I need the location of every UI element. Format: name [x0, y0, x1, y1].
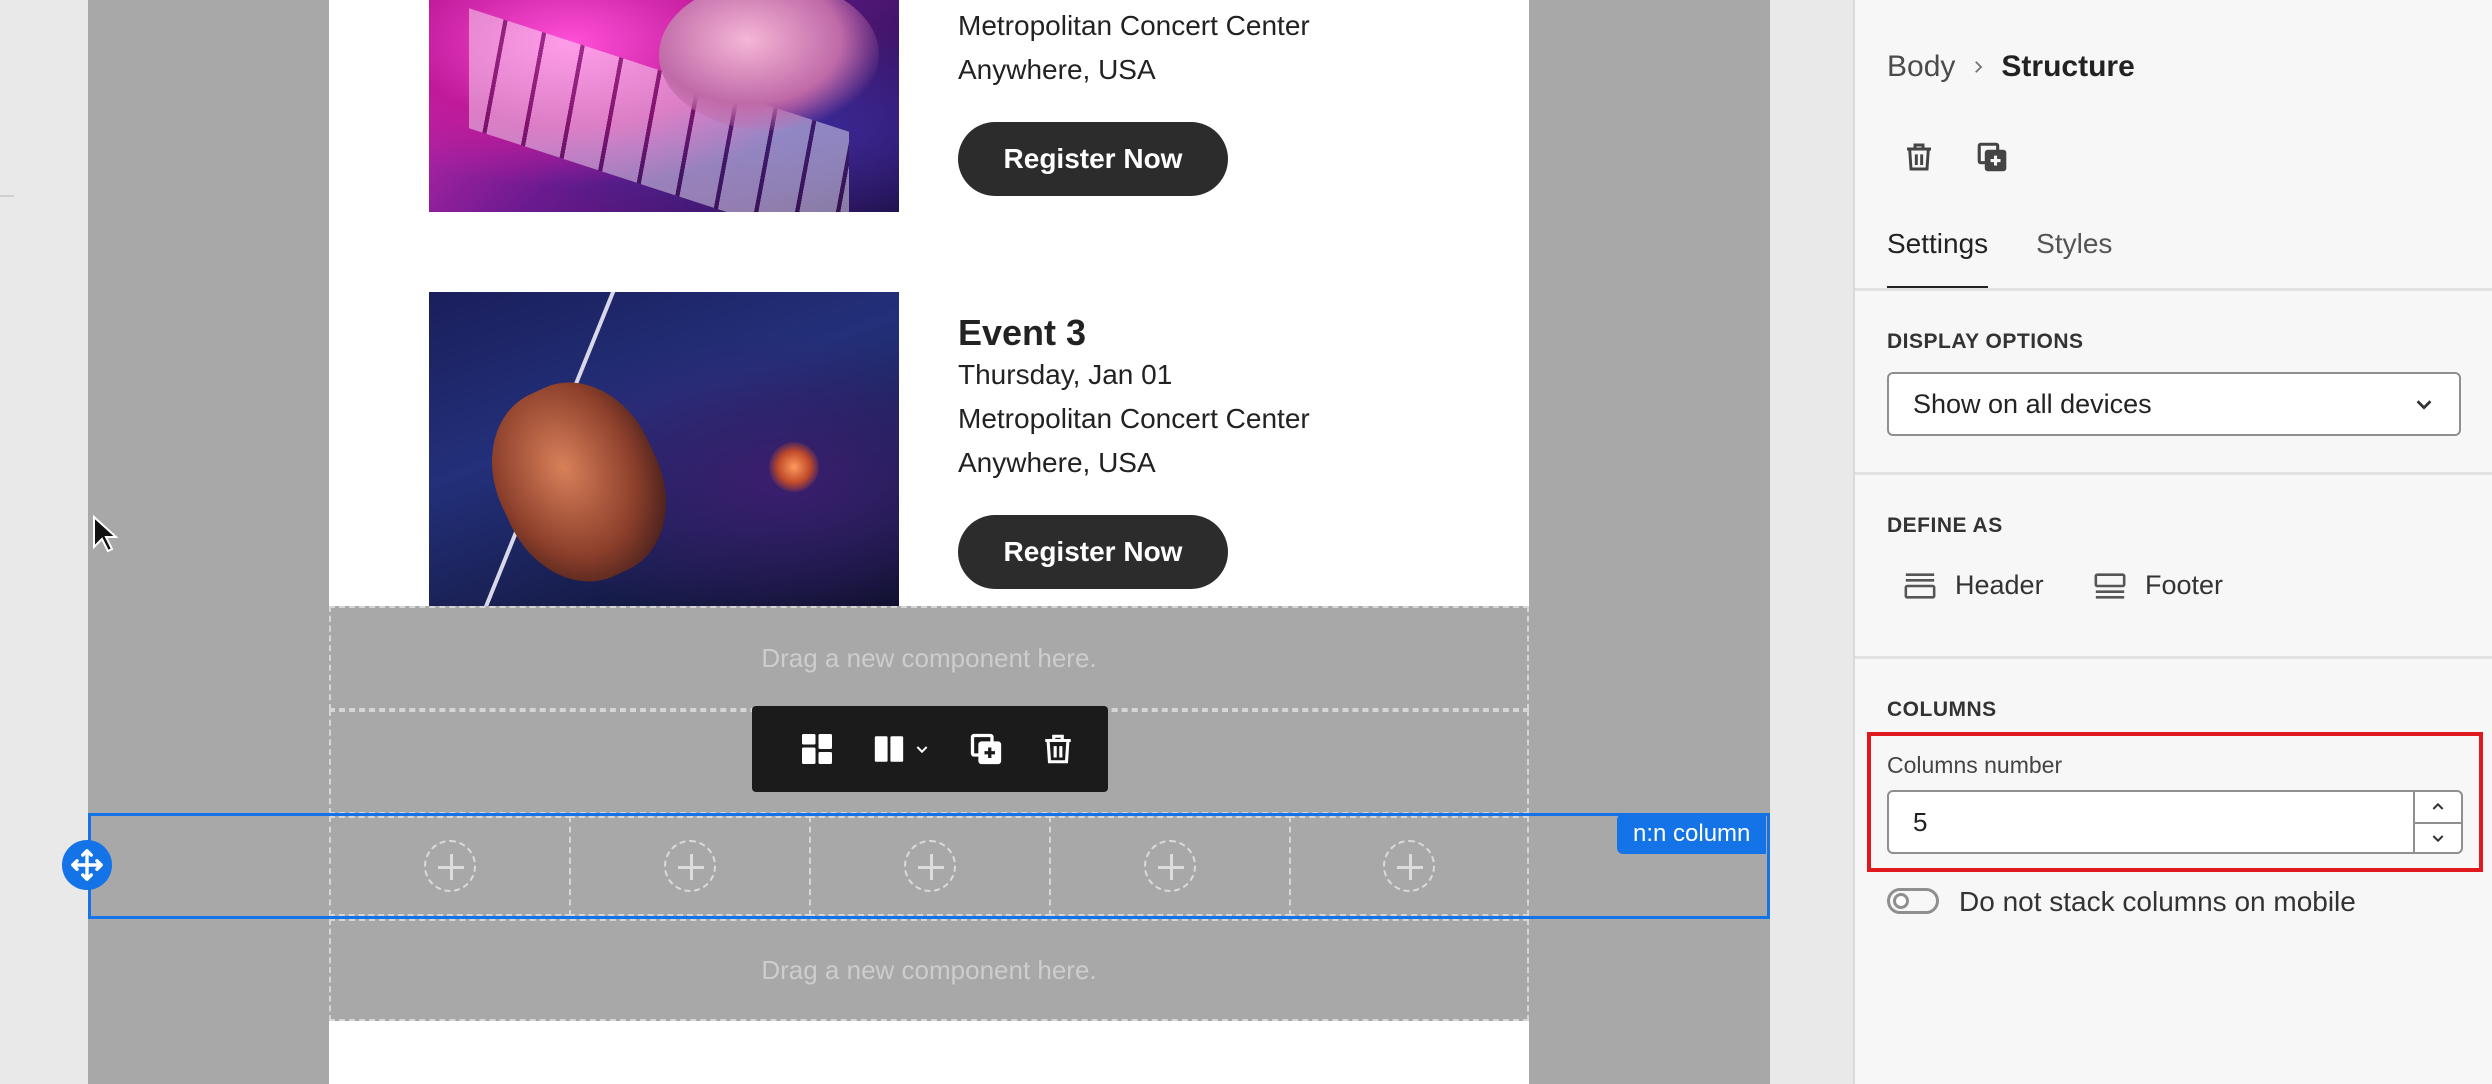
columns-title: COLUMNS [1887, 698, 1997, 721]
event-title: Event 3 [958, 312, 1087, 353]
move-handle[interactable] [62, 840, 112, 890]
divider [1855, 288, 2492, 291]
header-label: Header [1955, 570, 2044, 600]
properties-panel: Body Structure Settings Styles DISPLAY O… [1853, 0, 2492, 1084]
column-cell[interactable] [569, 816, 811, 916]
divider [0, 195, 14, 197]
row-type-badge: n:n column [1617, 814, 1767, 854]
define-footer-button[interactable]: Footer [2093, 570, 2223, 601]
left-strip [0, 0, 88, 1084]
chevron-down-icon [916, 746, 928, 754]
selected-structure-row[interactable] [88, 813, 1770, 919]
register-now-button[interactable]: Register Now [958, 122, 1228, 196]
trash-icon[interactable] [1903, 140, 1935, 174]
chevron-down-icon [2416, 400, 2432, 410]
breadcrumb-current: Structure [2001, 50, 2135, 83]
display-options-title: DISPLAY OPTIONS [1887, 330, 2084, 353]
delete-button[interactable] [1022, 706, 1094, 792]
stack-columns-toggle[interactable] [1887, 888, 1939, 914]
duplicate-icon[interactable] [1975, 140, 2009, 174]
stack-columns-label: Do not stack columns on mobile [1959, 886, 2356, 917]
columns-number-label: Columns number [1887, 752, 2063, 778]
columns-number-input[interactable] [1887, 790, 2415, 854]
mouse-cursor-icon [93, 515, 118, 553]
chevron-right-icon [1975, 61, 1983, 73]
event-image-violin[interactable] [429, 292, 899, 606]
chevron-down-icon [2432, 835, 2444, 843]
footer-label: Footer [2145, 570, 2224, 600]
footer-icon [2094, 572, 2126, 599]
column-cell[interactable] [329, 816, 571, 916]
event-venue: Metropolitan Concert Center [958, 10, 1310, 41]
add-component-icon[interactable] [904, 840, 956, 892]
event-date: Thursday, Jan 01 [958, 359, 1173, 390]
divider [1855, 656, 2492, 659]
add-component-icon[interactable] [664, 840, 716, 892]
tab-settings[interactable]: Settings [1887, 228, 1989, 290]
duplicate-button[interactable] [950, 706, 1022, 792]
light-glow [769, 442, 819, 492]
column-cell[interactable] [1289, 816, 1529, 916]
header-icon [1904, 572, 1936, 599]
event-location: Anywhere, USA [958, 447, 1156, 478]
add-component-icon[interactable] [1383, 840, 1435, 892]
column-layout-button[interactable] [852, 706, 950, 792]
define-as-title: DEFINE AS [1887, 514, 2003, 537]
divider [1855, 472, 2492, 475]
add-component-icon[interactable] [1144, 840, 1196, 892]
column-layout-icon [874, 736, 904, 762]
duplicate-icon [970, 733, 1002, 765]
dropzone-text: Drag a new component here. [761, 954, 1097, 985]
toggle-knob [1893, 893, 1909, 909]
event-venue: Metropolitan Concert Center [958, 403, 1310, 434]
decrement-button[interactable] [2415, 822, 2461, 852]
event-image-piano[interactable] [429, 0, 899, 212]
chevron-up-icon [2432, 802, 2444, 810]
dropzone[interactable]: Drag a new component here. [329, 606, 1529, 710]
breadcrumb-parent[interactable]: Body [1887, 50, 1955, 84]
canvas-gutter [1770, 0, 1853, 1084]
column-cell[interactable] [809, 816, 1051, 916]
increment-button[interactable] [2415, 792, 2461, 822]
move-icon [71, 849, 103, 881]
panel-actions [1903, 140, 2009, 174]
delete-icon [1045, 734, 1071, 764]
display-options-value: Show on all devices [1913, 388, 2152, 419]
tab-styles[interactable]: Styles [2036, 228, 2112, 290]
add-component-icon[interactable] [424, 840, 476, 892]
grid-layout-icon [802, 734, 832, 764]
structure-toolbar [752, 706, 1108, 792]
dropzone-text: Drag a new component here. [761, 642, 1097, 673]
event-location: Anywhere, USA [958, 54, 1156, 85]
panel-tabs: Settings Styles [1887, 228, 2112, 290]
breadcrumb: Body Structure [1887, 50, 2135, 84]
select-parent-button[interactable] [782, 706, 852, 792]
register-now-button[interactable]: Register Now [958, 515, 1228, 589]
define-header-button[interactable]: Header [1903, 570, 2044, 601]
column-cell[interactable] [1049, 816, 1291, 916]
dropzone[interactable]: Drag a new component here. [329, 919, 1529, 1021]
display-options-select[interactable]: Show on all devices [1887, 372, 2461, 436]
columns-stepper[interactable] [2413, 790, 2463, 854]
